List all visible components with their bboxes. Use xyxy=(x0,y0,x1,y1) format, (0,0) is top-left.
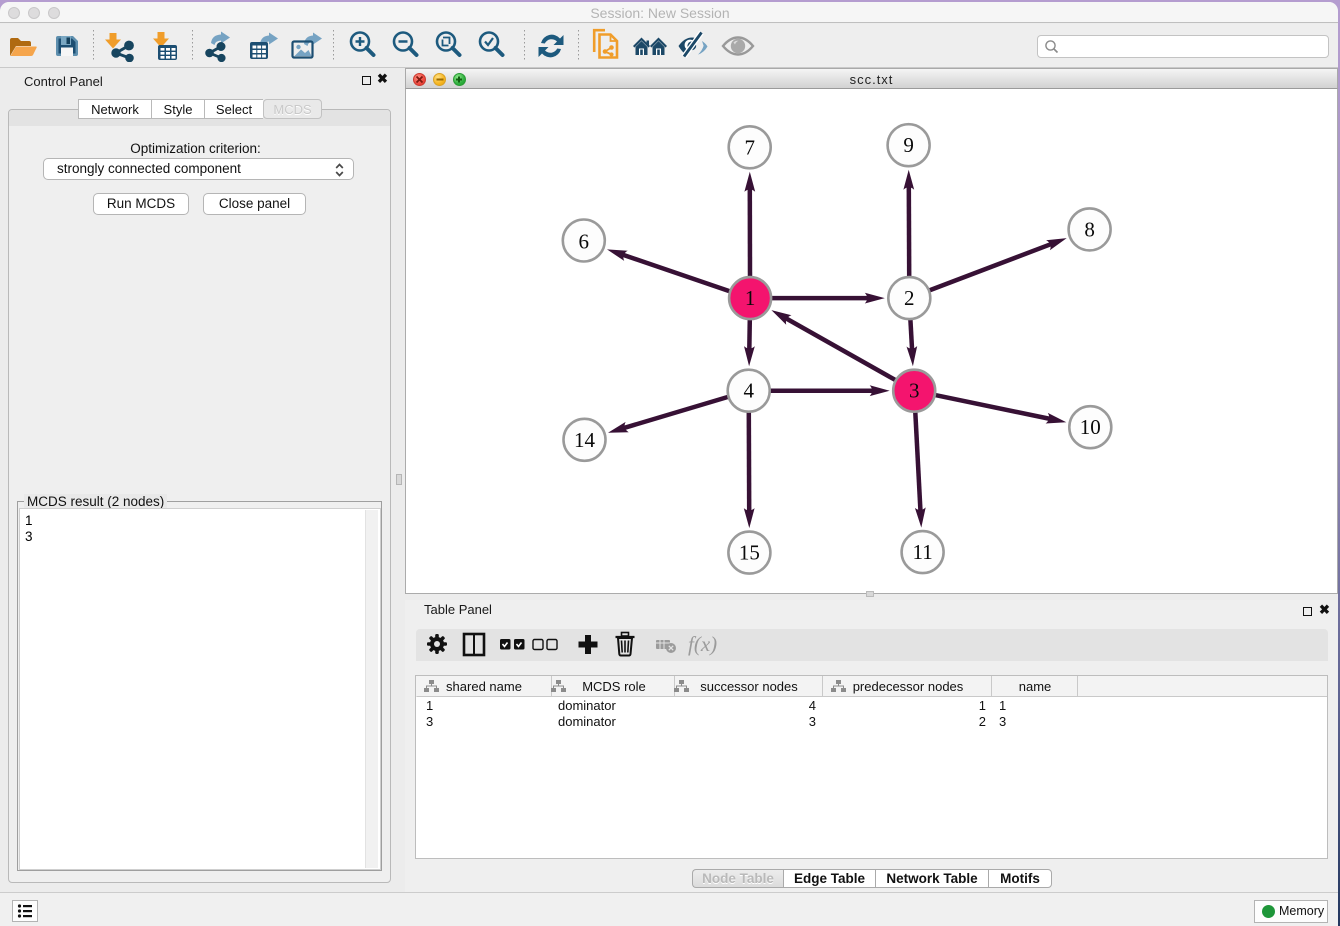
svg-text:7: 7 xyxy=(744,135,755,159)
svg-text:f(x): f(x) xyxy=(688,632,717,656)
svg-text:shared name: shared name xyxy=(446,679,522,694)
svg-text:14: 14 xyxy=(574,428,596,452)
svg-text:6: 6 xyxy=(579,230,590,254)
svg-text:2: 2 xyxy=(904,286,915,310)
svg-text:9: 9 xyxy=(903,133,914,157)
svg-text:name: name xyxy=(1019,679,1052,694)
svg-text:3: 3 xyxy=(909,379,920,403)
svg-text:predecessor nodes: predecessor nodes xyxy=(853,679,964,694)
svg-text:11: 11 xyxy=(912,540,932,564)
svg-text:4: 4 xyxy=(743,379,754,403)
svg-text:15: 15 xyxy=(739,541,760,565)
svg-text:8: 8 xyxy=(1084,217,1095,241)
svg-text:MCDS role: MCDS role xyxy=(582,679,646,694)
svg-text:10: 10 xyxy=(1080,415,1101,439)
svg-text:1: 1 xyxy=(745,286,756,310)
svg-text:successor nodes: successor nodes xyxy=(700,679,798,694)
